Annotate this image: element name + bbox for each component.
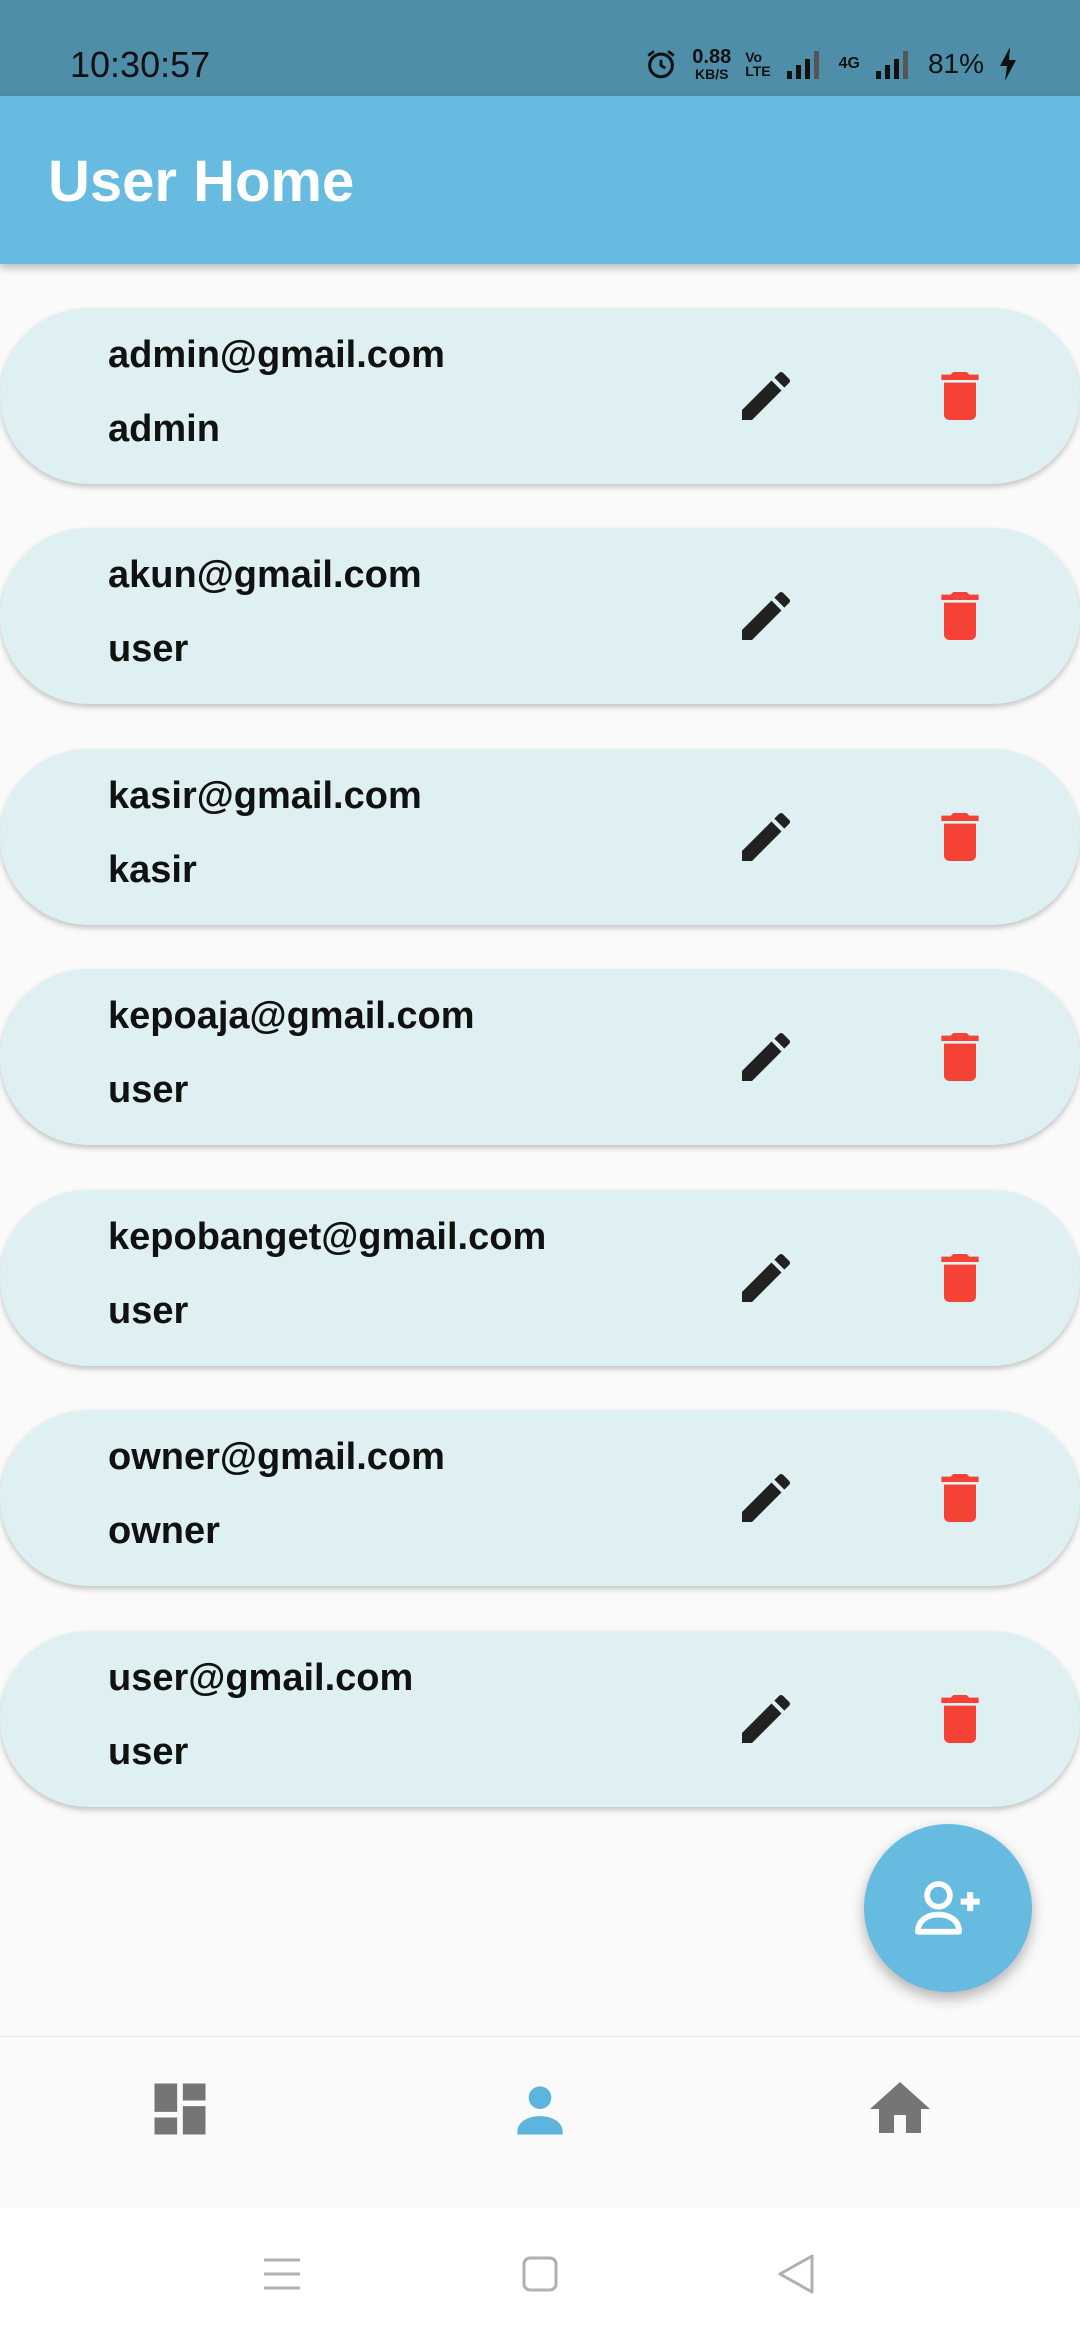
trash-icon (941, 1033, 979, 1081)
network-type: 4G (838, 55, 860, 72)
delete-button[interactable] (922, 358, 998, 434)
pencil-icon (742, 1694, 791, 1743)
edit-button[interactable] (728, 1681, 804, 1757)
trash-icon (941, 1695, 979, 1743)
edit-button[interactable] (728, 1460, 804, 1536)
nav-users[interactable] (500, 2069, 580, 2149)
delete-button[interactable] (922, 1681, 998, 1757)
signal-icon-2 (874, 49, 914, 79)
status-time: 10:30:57 (70, 44, 211, 85)
network-speed: 0.88 KB/S (692, 47, 731, 81)
delete-button[interactable] (922, 1240, 998, 1316)
nav-dashboard[interactable] (140, 2069, 220, 2149)
user-card[interactable]: admin@gmail.com admin (0, 308, 1080, 484)
network-speed-value: 0.88 (692, 46, 732, 68)
edit-button[interactable] (728, 799, 804, 875)
trash-icon (941, 372, 979, 420)
delete-button[interactable] (922, 799, 998, 875)
user-email: owner@gmail.com (108, 1436, 445, 1478)
trash-icon (941, 1254, 979, 1302)
pencil-icon (742, 591, 791, 640)
home-system-button[interactable] (510, 2244, 570, 2304)
user-email: akun@gmail.com (108, 554, 422, 596)
menu-icon (264, 2258, 300, 2290)
user-role: user (108, 1290, 189, 1332)
trash-icon (941, 592, 979, 640)
add-person-icon (915, 1881, 980, 1935)
nav-home[interactable] (860, 2069, 940, 2149)
user-card[interactable]: kepoaja@gmail.com user (0, 969, 1080, 1145)
edit-button[interactable] (728, 578, 804, 654)
delete-button[interactable] (922, 1019, 998, 1095)
pencil-icon (742, 1032, 791, 1081)
signal-icon (785, 49, 825, 79)
user-card[interactable]: owner@gmail.com owner (0, 1410, 1080, 1586)
back-triangle-icon (778, 2254, 814, 2294)
user-email: kepoaja@gmail.com (108, 995, 475, 1037)
user-role: user (108, 1731, 189, 1773)
square-icon (522, 2256, 558, 2292)
user-card[interactable]: akun@gmail.com user (0, 528, 1080, 704)
user-role: user (108, 628, 189, 670)
delete-button[interactable] (922, 1460, 998, 1536)
user-email: kasir@gmail.com (108, 775, 422, 817)
user-email: user@gmail.com (108, 1657, 414, 1699)
pencil-icon (742, 812, 791, 861)
user-email: kepobanget@gmail.com (108, 1216, 547, 1258)
pencil-icon (742, 371, 791, 420)
status-bar: 10:30:57 0.88 KB/S Vo LTE 4G 81% (0, 0, 1080, 96)
trash-icon (941, 1474, 979, 1522)
volte-bottom: LTE (745, 63, 771, 79)
user-role: kasir (108, 849, 197, 891)
system-nav-bar (0, 2208, 1080, 2340)
edit-button[interactable] (728, 358, 804, 434)
person-icon (517, 2086, 563, 2135)
charging-icon (998, 47, 1018, 81)
delete-button[interactable] (922, 578, 998, 654)
user-role: admin (108, 408, 220, 450)
battery-percent: 81% (927, 48, 984, 79)
pencil-icon (742, 1253, 791, 1302)
home-icon (870, 2082, 930, 2133)
recents-button[interactable] (252, 2244, 312, 2304)
trash-icon (941, 813, 979, 861)
user-role: owner (108, 1510, 220, 1552)
volte-top: Vo (745, 49, 763, 65)
bottom-nav (0, 2036, 1080, 2209)
user-card[interactable]: kepobanget@gmail.com user (0, 1190, 1080, 1366)
user-email: admin@gmail.com (108, 334, 445, 376)
edit-button[interactable] (728, 1240, 804, 1316)
pencil-icon (742, 1473, 791, 1522)
user-card[interactable]: user@gmail.com user (0, 1631, 1080, 1807)
network-speed-unit: KB/S (695, 66, 729, 82)
app-bar: User Home (0, 96, 1080, 264)
alarm-icon (644, 47, 678, 81)
user-card[interactable]: kasir@gmail.com kasir (0, 749, 1080, 925)
edit-button[interactable] (728, 1019, 804, 1095)
status-icons: 0.88 KB/S Vo LTE 4G 81% (644, 44, 1018, 84)
volte-indicator: Vo LTE (745, 50, 770, 78)
page-title: User Home (48, 149, 355, 214)
back-button[interactable] (766, 2244, 826, 2304)
dashboard-icon (154, 2083, 206, 2135)
add-user-button[interactable] (864, 1824, 1032, 1992)
user-role: user (108, 1069, 189, 1111)
